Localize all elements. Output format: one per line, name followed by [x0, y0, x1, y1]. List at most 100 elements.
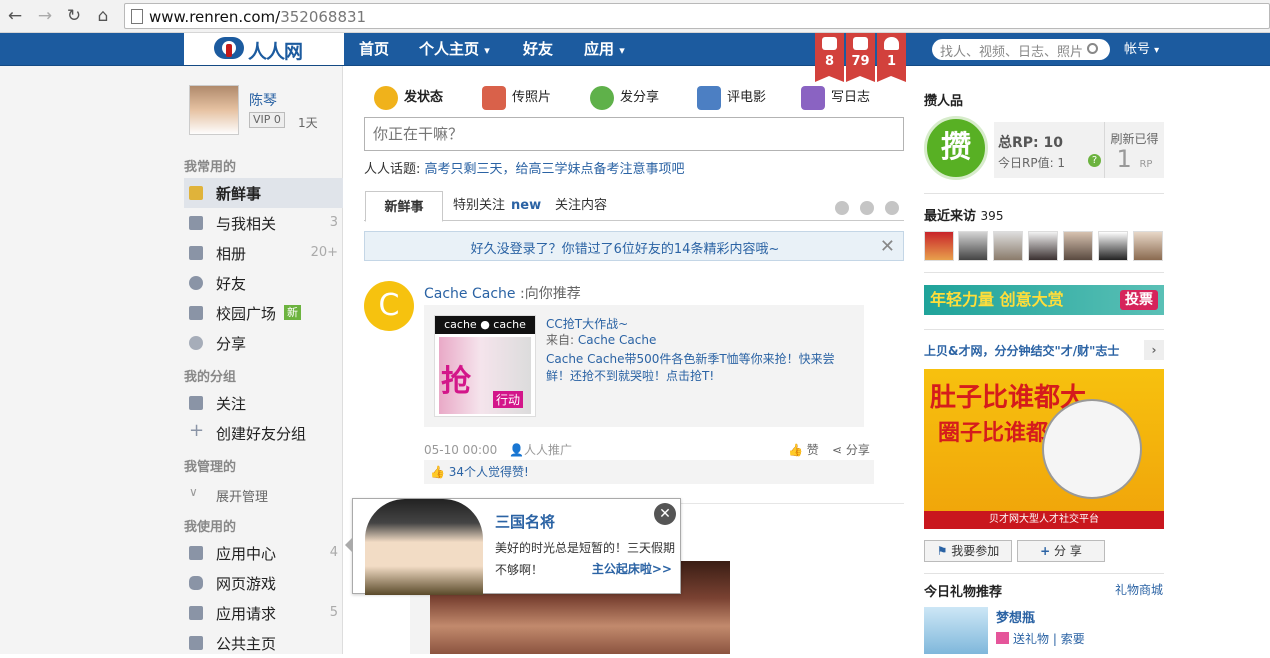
game-popup[interactable]: 三国名将 美好的时光总是短暂的！三天假期不够啊！ 主公起床啦>> ✕ — [345, 498, 681, 595]
visitor-avatar[interactable] — [1063, 231, 1093, 261]
ad-footer: 贝才网大型人才社交平台 — [924, 511, 1164, 529]
notice-text[interactable]: 好久没登录了？你错过了6位好友的14条精彩内容哦~ — [365, 238, 885, 257]
section-manage: 我管理的 — [184, 460, 237, 475]
tab-special-follow[interactable]: 特别关注 new — [453, 190, 541, 221]
profile-name[interactable]: 陈琴 — [249, 90, 277, 110]
clock-icon[interactable] — [835, 201, 849, 215]
nav-home[interactable]: 首页 — [359, 33, 389, 66]
tab-newsfeed[interactable]: 新鲜事 — [365, 191, 443, 222]
sidebar-item-create-group[interactable]: + 创建好友分组 — [184, 418, 343, 448]
vote-button[interactable]: 投票 — [1120, 290, 1158, 310]
bell-icon — [884, 37, 899, 50]
share-source: 来自: Cache Cache — [546, 331, 656, 348]
join-button[interactable]: ⚑ 我要参加 — [924, 540, 1012, 562]
visitor-avatar[interactable] — [1028, 231, 1058, 261]
back-icon[interactable]: ← — [4, 5, 26, 27]
sidebar-item-app-requests[interactable]: 应用请求 5 — [184, 598, 343, 628]
send-gift-link[interactable]: 送礼物 — [1013, 632, 1049, 646]
help-icon[interactable]: ? — [1088, 154, 1101, 167]
share-source-link[interactable]: Cache Cache — [578, 333, 656, 347]
sidebar-item-friends[interactable]: 好友 — [184, 268, 343, 298]
status-field[interactable] — [365, 118, 903, 150]
popup-more-link[interactable]: 主公起床啦>> — [592, 560, 672, 577]
gift-image[interactable] — [924, 607, 988, 654]
gift-name[interactable]: 梦想瓶 — [996, 607, 1035, 626]
gift-mall-link[interactable]: 礼物商城 — [1115, 581, 1163, 598]
plus-icon: + — [1040, 544, 1051, 558]
share-title[interactable]: CC抢T大作战~ — [546, 315, 628, 332]
sidebar-item-app-center[interactable]: 应用中心 4 — [184, 538, 343, 568]
address-bar[interactable]: www.renren.com/352068831 — [124, 3, 1270, 29]
friend-request-notification[interactable]: 79 — [846, 33, 875, 82]
nav-friends[interactable]: 好友 — [523, 33, 553, 66]
home-icon[interactable]: ⌂ — [92, 5, 114, 27]
refresh-icon[interactable] — [885, 201, 899, 215]
feed-action: :向你推荐 — [515, 286, 581, 302]
gear-icon[interactable] — [860, 201, 874, 215]
message-notification[interactable]: 8 — [815, 33, 844, 82]
login-days: 1天 — [298, 116, 318, 130]
feed-promo: 人人推广 — [524, 443, 573, 457]
sidebar-item-label: 公共主页 — [216, 635, 277, 653]
share-thumbnail[interactable]: cache ● cache 抢 行动 — [434, 315, 536, 417]
visitor-avatar[interactable] — [993, 231, 1023, 261]
sidebar-item-albums[interactable]: 相册 20+ — [184, 238, 343, 268]
thumb-brand: cache ● cache — [435, 316, 535, 334]
missed-content-notice[interactable]: 好久没登录了？你错过了6位好友的14条精彩内容哦~ ✕ — [364, 231, 904, 261]
site-logo[interactable]: 人人网 — [184, 33, 344, 65]
visitor-avatar[interactable] — [958, 231, 988, 261]
like-button[interactable]: 👍 赞 — [788, 441, 819, 458]
forward-icon[interactable]: → — [34, 5, 56, 27]
friend-request-count: 79 — [851, 54, 870, 69]
sidebar-item-campus[interactable]: 校园广场新 — [184, 298, 343, 328]
nav-profile[interactable]: 个人主页 ▾ — [419, 33, 490, 66]
topic-link[interactable]: 高考只剩三天，给高三学妹点备考注意事项吧 — [425, 162, 685, 177]
puzzle-icon — [189, 546, 203, 560]
sidebar-item-count: 4 — [329, 545, 338, 560]
author-avatar[interactable]: C — [364, 281, 414, 331]
sidebar-item-label: 展开管理 — [216, 490, 269, 505]
sidebar-item-expand-manage[interactable]: ∨ 展开管理 — [184, 479, 343, 509]
share-ad-button[interactable]: + 分 享 — [1017, 540, 1105, 562]
close-icon[interactable]: ✕ — [654, 503, 676, 525]
ask-gift-link[interactable]: 索要 — [1061, 632, 1085, 646]
rp-button[interactable]: 攒 — [924, 116, 988, 180]
rss-icon — [189, 396, 203, 410]
tab-follow-content[interactable]: 关注内容 — [555, 190, 607, 221]
sidebar-item-follow[interactable]: 关注 — [184, 388, 343, 418]
visitors-count: 395 — [980, 209, 1004, 223]
ad-headline-text[interactable]: 上贝&才网，分分钟结交"才/财"志士 — [924, 344, 1119, 358]
ad-banner[interactable]: 肚子比谁都大, 圈子比谁都小? 贝才网大型人才社交平台 — [924, 369, 1164, 529]
search-input[interactable]: 找人、视频、日志、照片 — [932, 39, 1110, 60]
add-friend-icon — [853, 37, 868, 50]
chevron-right-icon[interactable]: › — [1144, 340, 1164, 360]
likes-text[interactable]: 34个人觉得赞! — [449, 465, 529, 479]
vip-badge[interactable]: VIP 0 — [249, 112, 285, 128]
thumbs-up-icon: 👍 — [788, 443, 803, 457]
sidebar-item-web-games[interactable]: 网页游戏 — [184, 568, 343, 598]
alert-notification[interactable]: 1 — [877, 33, 906, 82]
visitor-avatar[interactable] — [1133, 231, 1163, 261]
likes-bar[interactable]: 👍 34个人觉得赞! — [424, 460, 874, 484]
status-input[interactable] — [364, 117, 904, 151]
avatar[interactable] — [189, 85, 239, 135]
shared-card[interactable]: cache ● cache 抢 行动 CC抢T大作战~ 来自: Cache Ca… — [424, 305, 864, 427]
creative-award-banner[interactable]: 年轻力量 创意大赏 投票 — [924, 285, 1164, 315]
reload-icon[interactable]: ↻ — [63, 5, 85, 27]
close-icon[interactable]: ✕ — [880, 236, 895, 257]
visitor-avatar[interactable] — [924, 231, 954, 261]
sidebar-item-mentions[interactable]: 与我相关 3 — [184, 208, 343, 238]
ad-headline[interactable]: 上贝&才网，分分钟结交"才/财"志士 › — [924, 340, 1164, 360]
feed-author[interactable]: Cache Cache — [424, 286, 516, 302]
visitor-avatar[interactable] — [1098, 231, 1128, 261]
share-description[interactable]: Cache Cache带500件各色新季T恤等你来抢！快来尝鲜！还抢不到就哭啦！… — [546, 351, 856, 385]
search-icon[interactable] — [1087, 43, 1098, 54]
sidebar-item-newsfeed[interactable]: 新鲜事 — [184, 178, 343, 208]
sidebar-item-share[interactable]: 分享 — [184, 328, 343, 358]
nav-apps[interactable]: 应用 ▾ — [584, 33, 625, 66]
rp-refresh[interactable]: 刷新已得 1 RP — [1104, 122, 1164, 178]
sidebar-item-count: 20+ — [310, 245, 338, 260]
share-button[interactable]: ⋖ 分享 — [832, 441, 870, 458]
popup-title[interactable]: 三国名将 — [495, 511, 555, 532]
account-menu[interactable]: 帐号 ▾ — [1124, 33, 1159, 67]
